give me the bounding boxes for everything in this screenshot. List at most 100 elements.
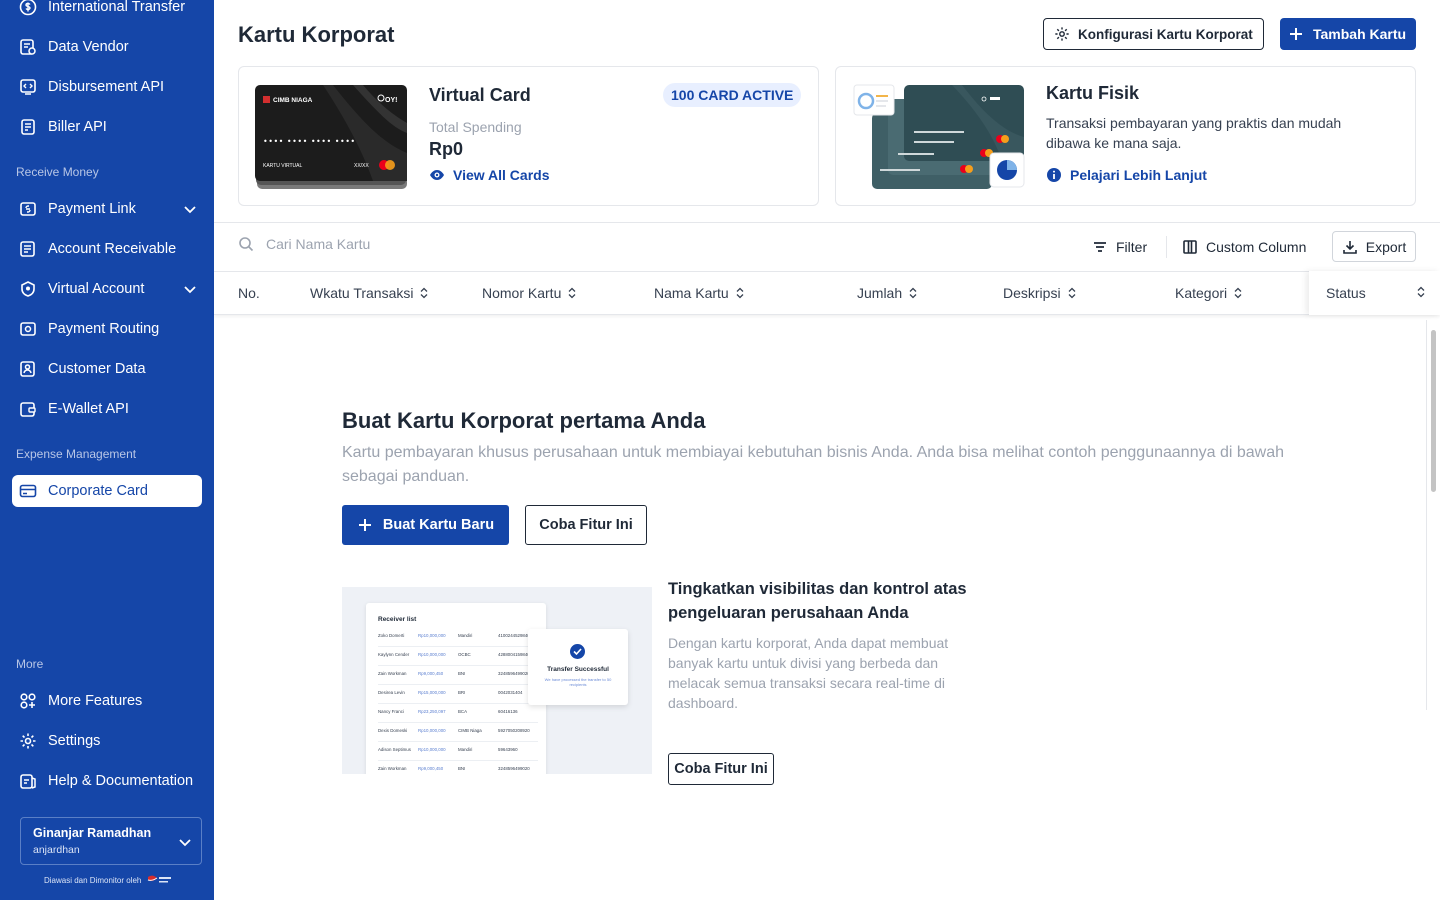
physical-card-panel: Kartu Fisik Transaksi pembayaran yang pr… [835, 66, 1416, 206]
receiver-account: 60416136 [498, 709, 518, 714]
add-card-label: Tambah Kartu [1313, 26, 1407, 42]
user-menu[interactable]: Ginanjar Ramadhan anjardhan [20, 817, 202, 865]
export-button[interactable]: Export [1332, 231, 1416, 262]
sidebar-item-e-wallet-api[interactable]: E-Wallet API [12, 393, 202, 425]
card-number: •••• •••• •••• •••• [263, 137, 356, 146]
biller-icon [18, 117, 38, 137]
configure-card-button[interactable]: Konfigurasi Kartu Korporat [1043, 18, 1264, 50]
column-header-waktu-transaksi[interactable]: Wkatu Transaksi [310, 285, 429, 301]
transfer-success-subtitle: We have processed the transfer to 50 rec… [544, 677, 612, 687]
sidebar-item-data-vendor[interactable]: Data Vendor [12, 31, 202, 63]
sidebar-item-help-documentation[interactable]: Help & Documentation [12, 765, 202, 797]
view-all-cards-label: View All Cards [453, 167, 550, 183]
gear-icon [1055, 27, 1069, 41]
sidebar-item-label: Payment Link [48, 201, 136, 217]
receiver-account: 3248596499020 [498, 671, 530, 676]
filter-icon [1094, 242, 1106, 252]
physical-card-description: Transaksi pembayaran yang praktis dan mu… [1046, 115, 1342, 151]
transfer-icon [18, 0, 38, 17]
add-card-button[interactable]: Tambah Kartu [1280, 18, 1416, 50]
sidebar: International Transfer Data Vendor Disbu… [0, 0, 214, 900]
toolbar-divider [214, 222, 1440, 223]
column-header-nama-kartu[interactable]: Nama Kartu [654, 285, 745, 301]
scrollbar-thumb[interactable] [1431, 330, 1436, 492]
physical-card-title: Kartu Fisik [1046, 83, 1140, 103]
sidebar-item-label: Data Vendor [48, 39, 129, 55]
receiver-name: Adison Septimus [378, 747, 411, 752]
sidebar-item-label: Account Receivable [48, 241, 177, 257]
column-header-jumlah[interactable]: Jumlah [857, 285, 918, 301]
transfer-success-card: Transfer Successful We have processed th… [528, 629, 628, 705]
sidebar-item-account-receivable[interactable]: Account Receivable [12, 233, 202, 265]
sidebar-item-corporate-card[interactable]: Corporate Card [12, 475, 202, 507]
sort-icon [1234, 287, 1242, 299]
create-card-button[interactable]: Buat Kartu Baru [342, 505, 509, 545]
receiver-row: Zain Workman Rp9,000,450 BNI 32485964990… [378, 766, 538, 774]
column-header-label: No. [238, 285, 260, 301]
monitor-note: Diawasi dan Dimonitor oleh [44, 874, 173, 886]
receiver-account: 4100244529840 [498, 633, 530, 638]
sidebar-item-more-features[interactable]: More Features [12, 685, 202, 717]
chevron-down-icon[interactable] [182, 201, 198, 217]
routing-icon [18, 319, 38, 339]
column-header-label: Status [1326, 285, 1366, 301]
table-scrollbar[interactable] [1426, 320, 1440, 710]
customer-icon [18, 359, 38, 379]
sidebar-item-label: Corporate Card [48, 483, 148, 499]
search-input[interactable] [266, 236, 666, 252]
sidebar-item-settings[interactable]: Settings [12, 725, 202, 757]
sidebar-item-label: Virtual Account [48, 281, 145, 297]
sidebar-item-payment-link[interactable]: Payment Link [12, 193, 202, 225]
monitor-text: Diawasi dan Dimonitor oleh [44, 875, 142, 885]
create-card-label: Buat Kartu Baru [382, 517, 495, 533]
sidebar-item-virtual-account[interactable]: Virtual Account [12, 273, 202, 305]
virtual-card-title: Virtual Card [429, 85, 531, 105]
receiver-name: Zain Workman [378, 766, 407, 771]
column-header-deskripsi[interactable]: Deskripsi [1003, 285, 1077, 301]
column-header-nomor-kartu[interactable]: Nomor Kartu [482, 285, 577, 301]
sidebar-item-biller-api[interactable]: Biller API [12, 111, 202, 143]
card-icon [18, 481, 38, 501]
receiver-row: Zoko Domerti Rp10,000,000 Mandiri 410024… [378, 633, 538, 647]
ojk-logo-icon [148, 875, 172, 883]
sidebar-item-disbursement-api[interactable]: Disbursement API [12, 71, 202, 103]
try-feature-button[interactable]: Coba Fitur Ini [525, 505, 647, 545]
section-label-receive-money: Receive Money [16, 165, 99, 179]
chevron-down-icon[interactable] [177, 834, 193, 850]
sidebar-item-label: More Features [48, 693, 143, 709]
empty-state-description: Kartu pembayaran khusus perusahaan untuk… [342, 444, 1284, 485]
sidebar-item-customer-data[interactable]: Customer Data [12, 353, 202, 385]
sort-icon [1068, 287, 1076, 299]
sidebar-item-international-transfer[interactable]: International Transfer [12, 0, 202, 23]
check-icon [570, 644, 585, 659]
receiver-bank: BCA [458, 709, 468, 714]
filter-button[interactable]: Filter [1092, 231, 1147, 263]
column-header-status[interactable]: Status [1309, 271, 1440, 315]
feature-description: Dengan kartu korporat, Anda dapat membua… [668, 635, 949, 711]
card-brand-name: OY! [385, 97, 397, 104]
custom-column-button[interactable]: Custom Column [1182, 231, 1306, 263]
sort-icon [568, 287, 576, 299]
learn-more-link[interactable]: Pelajari Lebih Lanjut [1046, 167, 1207, 183]
receiver-list-card: Receiver list Zoko Domerti Rp10,000,000 … [366, 603, 546, 774]
physical-card-image [853, 84, 1025, 189]
column-header-kategori[interactable]: Kategori [1175, 285, 1243, 301]
view-all-cards-link[interactable]: View All Cards [429, 167, 549, 183]
try-feature-button-secondary[interactable]: Coba Fitur Ini [668, 753, 774, 785]
sidebar-item-payment-routing[interactable]: Payment Routing [12, 313, 202, 345]
receiver-row: Zain Workman Rp9,000,450 BNI 32485964990… [378, 671, 538, 685]
page-title: Kartu Korporat [238, 22, 395, 47]
column-header-label: Wkatu Transaksi [310, 285, 414, 301]
link-icon [18, 199, 38, 219]
column-header-label: Jumlah [857, 285, 903, 301]
chevron-down-icon[interactable] [182, 281, 198, 297]
receiver-account: 5927050208920 [498, 728, 530, 733]
receiver-row: Desirea Levin Rp15,000,000 BRI 004203140… [378, 690, 538, 704]
receiver-bank: Mandiri [458, 633, 473, 638]
filter-label: Filter [1116, 239, 1148, 255]
receiver-amount: Rp10,000,000 [418, 728, 446, 733]
columns-icon [1183, 240, 1197, 254]
column-header-label: Kategori [1175, 285, 1228, 301]
try-feature-label: Coba Fitur Ini [539, 517, 633, 533]
card-expiry: XX/XX [354, 163, 369, 169]
